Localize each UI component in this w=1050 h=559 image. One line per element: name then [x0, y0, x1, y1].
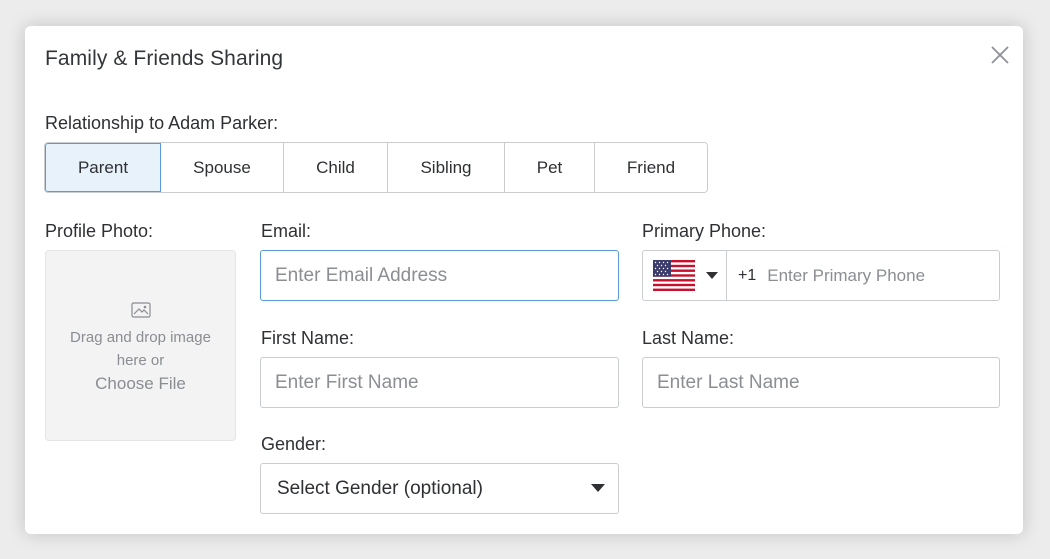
gender-select-value: Select Gender (optional): [277, 477, 483, 499]
last-name-label: Last Name:: [642, 328, 735, 348]
close-icon: [991, 46, 1009, 64]
image-icon: [130, 301, 151, 318]
email-input[interactable]: Enter Email Address: [260, 250, 619, 301]
relationship-option-pet[interactable]: Pet: [505, 143, 595, 192]
relationship-option-spouse[interactable]: Spouse: [161, 143, 284, 192]
country-selector[interactable]: [643, 251, 727, 300]
profile-photo-label: Profile Photo:: [45, 221, 154, 241]
close-button[interactable]: [988, 43, 1012, 67]
country-code: +1: [738, 266, 757, 284]
profile-photo-dropzone[interactable]: Drag and drop image here or Choose File: [45, 250, 236, 441]
primary-phone-input[interactable]: Enter Primary Phone: [767, 251, 925, 300]
chevron-down-icon: [706, 271, 718, 279]
first-name-label: First Name:: [261, 328, 355, 348]
relationship-option-sibling[interactable]: Sibling: [388, 143, 505, 192]
gender-label: Gender:: [261, 434, 327, 454]
gender-select[interactable]: Select Gender (optional): [260, 463, 619, 514]
dropzone-instructions: Drag and drop image here or: [70, 328, 211, 369]
last-name-input[interactable]: Enter Last Name: [642, 357, 1000, 408]
relationship-option-friend[interactable]: Friend: [595, 143, 707, 192]
email-label: Email:: [261, 221, 312, 241]
us-flag-icon: [653, 260, 695, 291]
chevron-down-icon: [591, 484, 605, 492]
relationship-option-child[interactable]: Child: [284, 143, 388, 192]
primary-phone-label: Primary Phone:: [642, 221, 767, 241]
relationship-segmented-control: Parent Spouse Child Sibling Pet Friend: [44, 142, 708, 193]
relationship-label: Relationship to Adam Parker:: [45, 113, 279, 133]
primary-phone-field: +1 Enter Primary Phone: [642, 250, 1000, 301]
first-name-input[interactable]: Enter First Name: [260, 357, 619, 408]
dialog-title: Family & Friends Sharing: [45, 47, 284, 70]
relationship-option-parent[interactable]: Parent: [45, 143, 161, 192]
choose-file-link[interactable]: Choose File: [95, 374, 186, 394]
family-sharing-dialog: Family & Friends Sharing Relationship to…: [25, 26, 1023, 534]
